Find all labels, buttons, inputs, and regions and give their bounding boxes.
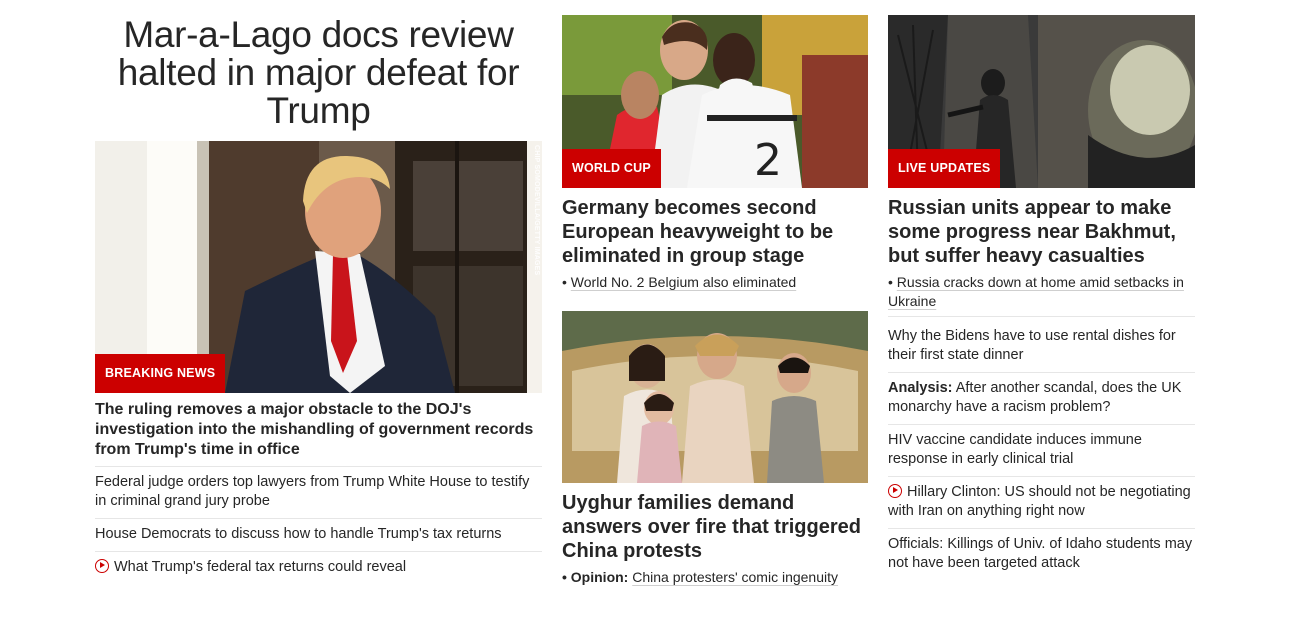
list-item[interactable]: Why the Bidens have to use rental dishes… — [888, 321, 1195, 373]
play-icon — [95, 559, 109, 573]
lead-headline[interactable]: Mar-a-Lago docs review halted in major d… — [95, 16, 542, 130]
video-list-item[interactable]: Hillary Clinton: US should not be negoti… — [888, 477, 1195, 529]
list-item[interactable]: Officials: Killings of Univ. of Idaho st… — [888, 529, 1195, 580]
related-link[interactable]: House Democrats to discuss how to handle… — [95, 519, 542, 552]
lead-image[interactable]: BREAKING NEWS CHIP SOMODEVILLA/GETTY IMA… — [95, 141, 542, 393]
related-video-link[interactable]: What Trump's federal tax returns could r… — [95, 552, 542, 584]
uyghur-image[interactable] — [562, 311, 868, 483]
belgium-link[interactable]: • World No. 2 Belgium also eliminated — [562, 273, 796, 292]
world-cup-image[interactable]: 2 WORLD CUP — [562, 15, 868, 188]
germany-headline[interactable]: Germany becomes second European heavywei… — [562, 196, 868, 268]
lead-related-list: Federal judge orders top lawyers from Tr… — [95, 467, 542, 584]
list-item[interactable]: Analysis: After another scandal, does th… — [888, 373, 1195, 425]
opinion-link[interactable]: • Opinion: China protesters' comic ingen… — [562, 568, 838, 587]
russia-crackdown-link[interactable]: • Russia cracks down at home amid setbac… — [888, 273, 1195, 311]
related-link[interactable]: Federal judge orders top lawyers from Tr… — [95, 467, 542, 519]
divider — [888, 316, 1195, 317]
world-cup-badge: WORLD CUP — [562, 149, 661, 188]
uyghur-family-photo — [562, 311, 868, 483]
live-updates-badge: LIVE UPDATES — [888, 149, 1001, 188]
right-headline-list: Why the Bidens have to use rental dishes… — [888, 321, 1195, 580]
right-column: LIVE UPDATES Russian units appear to mak… — [888, 0, 1195, 580]
lead-story: Mar-a-Lago docs review halted in major d… — [95, 0, 542, 584]
bakhmut-image[interactable]: LIVE UPDATES — [888, 15, 1195, 188]
middle-column: 2 WORLD CUP Germany becomes second Europ… — [562, 0, 868, 587]
svg-text:2: 2 — [754, 135, 782, 186]
uyghur-headline[interactable]: Uyghur families demand answers over fire… — [562, 491, 868, 563]
lead-subheadline[interactable]: The ruling removes a major obstacle to t… — [95, 400, 542, 467]
play-icon — [888, 484, 902, 498]
photo-credit: CHIP SOMODEVILLA/GETTY IMAGES — [533, 145, 540, 276]
list-item[interactable]: HIV vaccine candidate induces immune res… — [888, 425, 1195, 477]
bakhmut-headline[interactable]: Russian units appear to make some progre… — [888, 196, 1195, 268]
breaking-news-badge: BREAKING NEWS — [95, 354, 226, 393]
